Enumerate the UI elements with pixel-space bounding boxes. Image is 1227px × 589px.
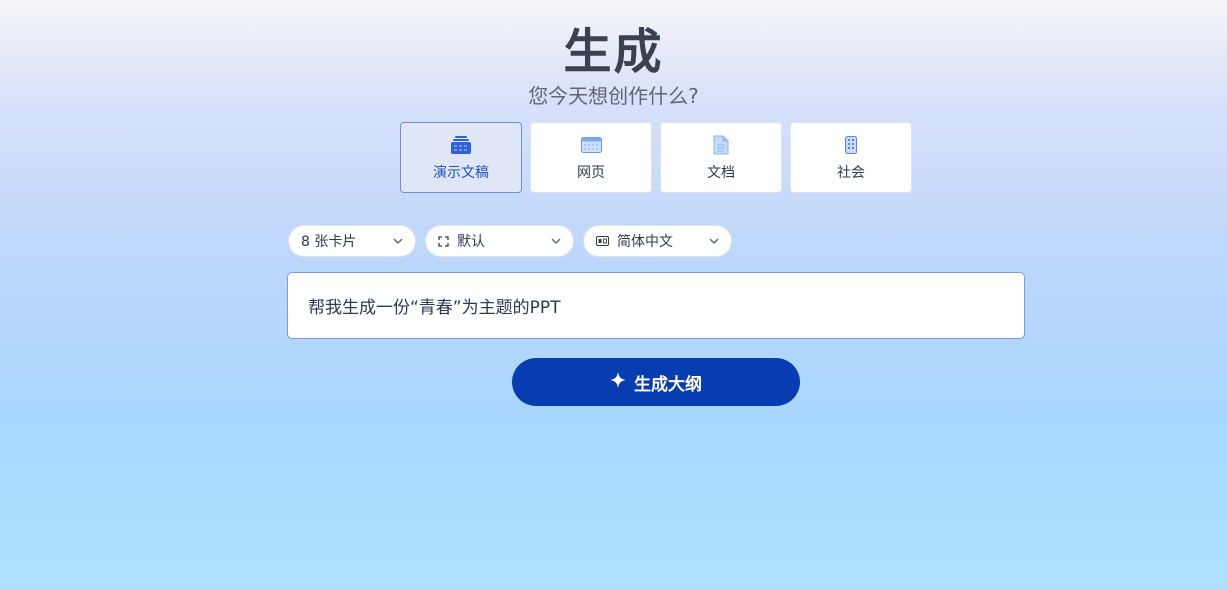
type-label: 文档	[707, 164, 735, 181]
page-subtitle: 您今天想创作什么?	[528, 84, 699, 108]
card-count-select[interactable]: 8 张卡片	[288, 225, 416, 257]
type-card-social[interactable]: 社会	[790, 122, 912, 193]
type-label: 社会	[837, 164, 865, 181]
page-title: 生成	[563, 24, 664, 80]
webpage-icon	[580, 134, 602, 156]
frame-icon	[438, 235, 449, 247]
chevron-down-icon	[709, 238, 719, 244]
generate-outline-label: 生成大纲	[634, 374, 702, 395]
type-card-document[interactable]: 文档	[660, 122, 782, 193]
content-type-selector: 演示文稿 网页 文档 社会	[400, 122, 912, 193]
prompt-text: 帮我生成一份“青春”为主题的PPT	[308, 298, 561, 318]
generation-options: 8 张卡片 默认 简体中文	[288, 225, 732, 257]
type-card-webpage[interactable]: 网页	[530, 122, 652, 193]
prompt-input[interactable]: 帮我生成一份“青春”为主题的PPT	[287, 272, 1025, 339]
social-phone-icon	[845, 134, 857, 156]
format-select[interactable]: 默认	[425, 225, 574, 257]
card-count-value: 8 张卡片	[301, 234, 357, 250]
chevron-down-icon	[551, 238, 561, 244]
type-label: 演示文稿	[433, 164, 489, 181]
type-label: 网页	[577, 164, 605, 181]
type-card-presentation[interactable]: 演示文稿	[400, 122, 522, 193]
chevron-down-icon	[393, 238, 403, 244]
generate-outline-button[interactable]: 生成大纲	[512, 358, 800, 406]
language-select[interactable]: 简体中文	[583, 225, 732, 257]
format-value: 默认	[457, 234, 485, 250]
presentation-stack-icon	[451, 134, 471, 156]
document-icon	[713, 134, 729, 156]
language-icon	[596, 236, 609, 246]
language-value: 简体中文	[617, 234, 673, 250]
sparkle-icon	[610, 371, 626, 393]
